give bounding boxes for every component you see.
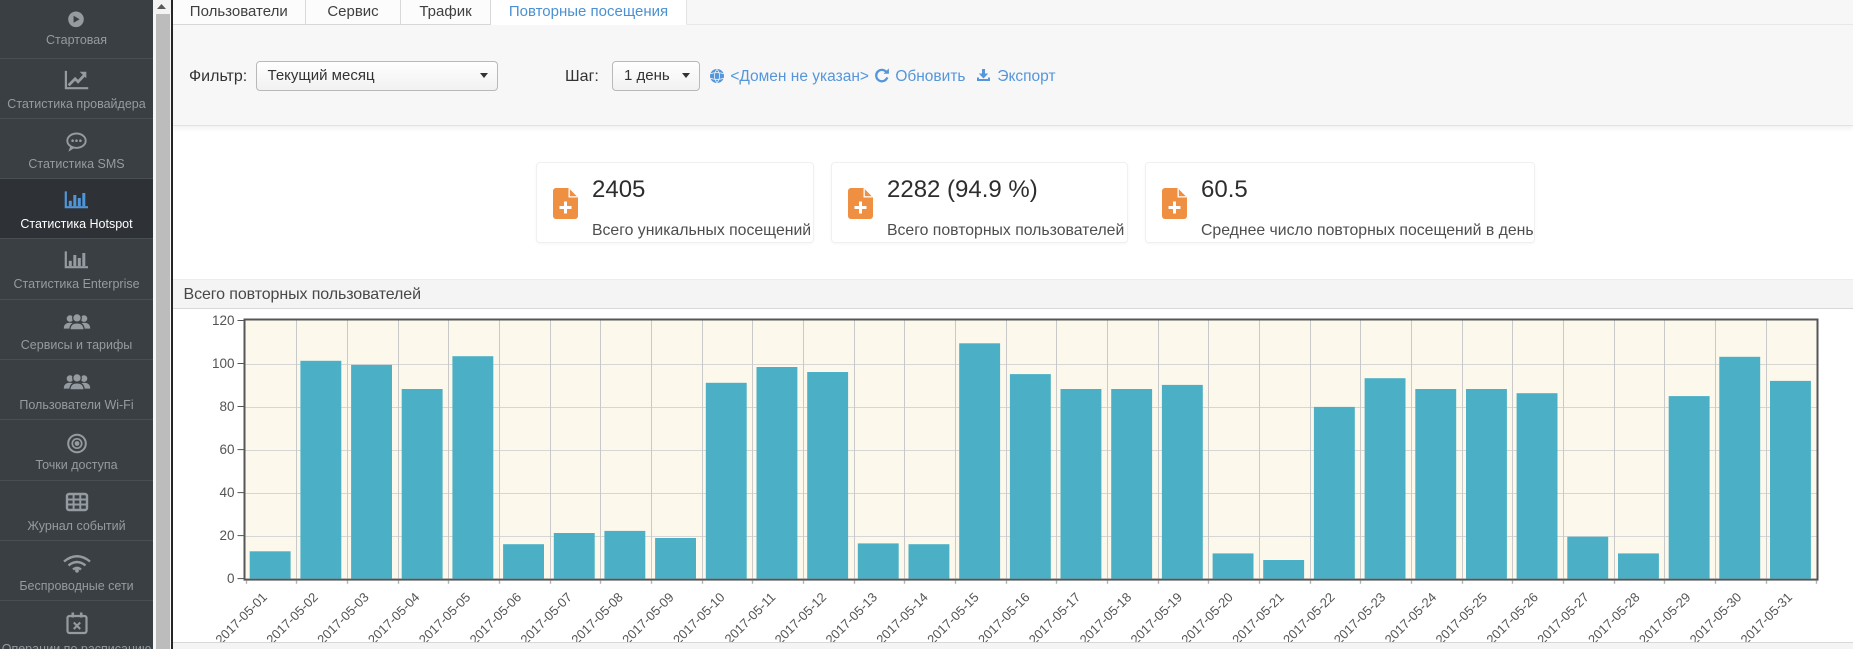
- svg-text:2017-05-22: 2017-05-22: [1280, 590, 1338, 648]
- svg-text:2017-05-04: 2017-05-04: [365, 590, 423, 648]
- svg-text:2017-05-12: 2017-05-12: [772, 590, 830, 648]
- svg-text:80: 80: [219, 399, 234, 414]
- svg-text:100: 100: [212, 356, 235, 371]
- svg-text:2017-05-17: 2017-05-17: [1026, 590, 1084, 648]
- svg-text:2017-05-21: 2017-05-21: [1229, 590, 1287, 648]
- svg-text:2017-05-06: 2017-05-06: [467, 590, 525, 648]
- svg-text:2017-05-15: 2017-05-15: [924, 590, 982, 648]
- svg-text:2017-05-29: 2017-05-29: [1636, 590, 1694, 648]
- svg-text:2017-05-08: 2017-05-08: [568, 590, 626, 648]
- svg-text:2017-05-19: 2017-05-19: [1127, 590, 1185, 648]
- svg-text:2017-05-09: 2017-05-09: [619, 590, 677, 648]
- svg-text:20: 20: [219, 528, 234, 543]
- svg-text:60: 60: [219, 442, 234, 457]
- svg-text:2017-05-18: 2017-05-18: [1077, 590, 1135, 648]
- svg-text:2017-05-30: 2017-05-30: [1687, 590, 1745, 648]
- svg-text:2017-05-28: 2017-05-28: [1585, 590, 1643, 648]
- svg-text:2017-05-24: 2017-05-24: [1382, 590, 1440, 648]
- svg-text:2017-05-01: 2017-05-01: [212, 590, 270, 648]
- svg-text:2017-05-11: 2017-05-11: [721, 590, 778, 647]
- svg-text:2017-05-16: 2017-05-16: [975, 590, 1033, 648]
- svg-text:2017-05-26: 2017-05-26: [1483, 590, 1541, 648]
- svg-text:2017-05-10: 2017-05-10: [670, 590, 728, 648]
- svg-text:2017-05-02: 2017-05-02: [263, 590, 321, 648]
- svg-text:120: 120: [212, 313, 235, 328]
- svg-text:2017-05-27: 2017-05-27: [1534, 590, 1592, 648]
- svg-text:2017-05-05: 2017-05-05: [416, 590, 474, 648]
- svg-text:40: 40: [219, 485, 234, 500]
- svg-text:2017-05-14: 2017-05-14: [873, 590, 931, 648]
- svg-text:2017-05-07: 2017-05-07: [517, 590, 575, 648]
- svg-text:2017-05-23: 2017-05-23: [1331, 590, 1389, 648]
- svg-text:2017-05-31: 2017-05-31: [1737, 590, 1795, 648]
- svg-text:2017-05-03: 2017-05-03: [314, 590, 372, 648]
- svg-text:2017-05-13: 2017-05-13: [822, 590, 880, 648]
- svg-text:0: 0: [227, 571, 235, 586]
- svg-text:2017-05-25: 2017-05-25: [1432, 590, 1490, 648]
- svg-text:2017-05-20: 2017-05-20: [1178, 590, 1236, 648]
